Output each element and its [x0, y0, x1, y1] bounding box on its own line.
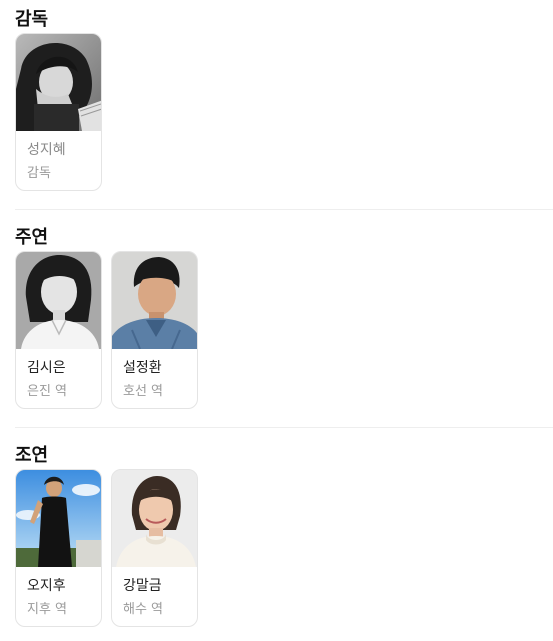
actor-photo [112, 252, 197, 349]
person-card-lead-2[interactable]: 설정환 호선 역 [111, 251, 198, 409]
section-title-supporting-cast: 조연 [15, 445, 49, 466]
section-title-lead-cast: 주연 [15, 227, 49, 248]
person-card-supporting-1[interactable]: 오지후 지후 역 [15, 469, 102, 627]
person-card-director[interactable]: 성지혜 감독 [15, 33, 102, 191]
person-role: 지후 역 [27, 602, 68, 617]
person-name: 성지혜 [27, 142, 66, 158]
section-title-director: 감독 [15, 9, 49, 30]
person-name: 오지후 [27, 578, 66, 594]
actress-photo [16, 252, 101, 349]
person-role: 호선 역 [123, 384, 164, 399]
actress-photo [16, 470, 101, 567]
person-card-supporting-2[interactable]: 강말금 해수 역 [111, 469, 198, 627]
person-card-lead-1[interactable]: 김시은 은진 역 [15, 251, 102, 409]
person-name: 설정환 [123, 360, 162, 376]
section-director: 감독 성지혜 감독 [0, 9, 553, 199]
section-divider [15, 209, 553, 210]
person-role: 해수 역 [123, 602, 164, 617]
director-photo [16, 34, 101, 131]
person-role: 감독 [27, 166, 51, 181]
person-name: 강말금 [123, 578, 162, 594]
section-supporting-cast: 조연 오지후 지후 역 강말금 해수 역 [0, 445, 553, 635]
section-divider [15, 427, 553, 428]
section-lead-cast: 주연 김시은 은진 역 설정환 호선 역 [0, 227, 553, 417]
person-role: 은진 역 [27, 384, 68, 399]
person-name: 김시은 [27, 360, 66, 376]
actress-photo [112, 470, 197, 567]
